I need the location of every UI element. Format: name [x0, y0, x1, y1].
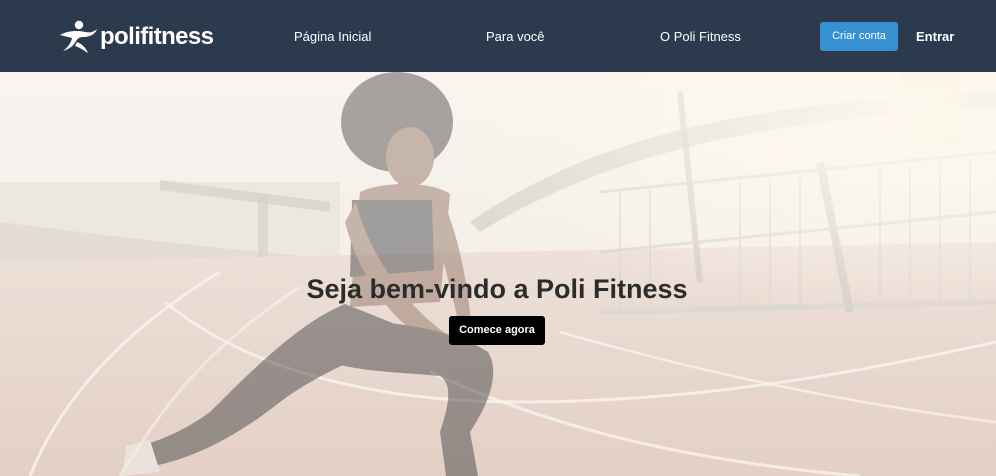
create-account-button[interactable]: Criar conta: [820, 22, 898, 51]
brand-logo[interactable]: polifitness: [58, 20, 214, 54]
login-link[interactable]: Entrar: [916, 29, 954, 45]
nav-link-pagina-inicial[interactable]: Página Inicial: [294, 29, 371, 45]
runner-icon: [60, 20, 97, 53]
top-navbar: polifitness Página Inicial Para você O P…: [0, 0, 996, 72]
hero-section: Seja bem-vindo a Poli Fitness Comece ago…: [0, 72, 996, 476]
hero-title: Seja bem-vindo a Poli Fitness: [306, 274, 688, 304]
brand-name: polifitness: [100, 23, 214, 50]
get-started-button[interactable]: Comece agora: [449, 316, 545, 345]
nav-link-o-poli-fitness[interactable]: O Poli Fitness: [660, 29, 741, 45]
nav-link-para-voce[interactable]: Para você: [486, 29, 545, 45]
